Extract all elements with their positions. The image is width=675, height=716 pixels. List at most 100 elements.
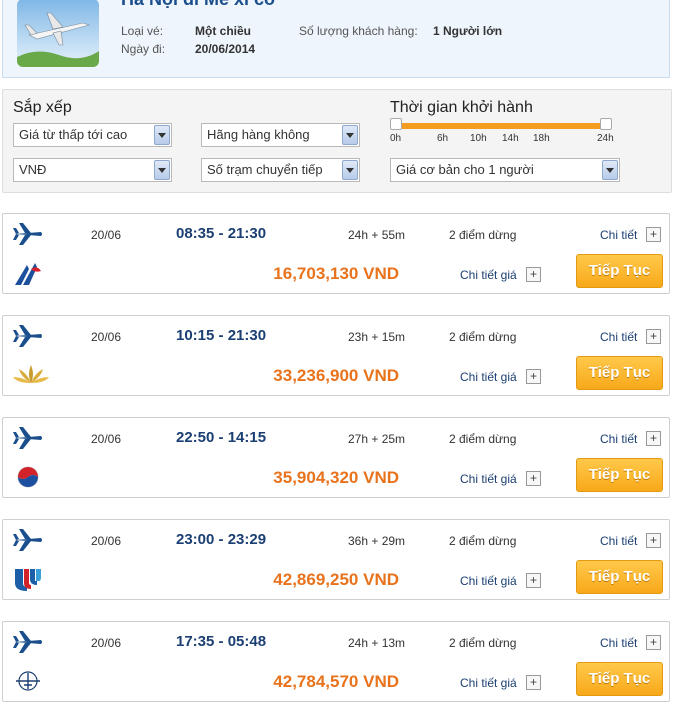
price-detail-link[interactable]: Chi tiết giá [460, 370, 517, 384]
flight-detail-link[interactable]: Chi tiết [600, 534, 637, 548]
expand-detail-icon[interactable]: + [646, 227, 661, 242]
flight-time: 08:35 - 21:30 [176, 225, 267, 242]
expand-price-icon[interactable]: + [526, 369, 541, 384]
departure-time-slider[interactable] [396, 123, 608, 129]
flight-stops: 2 điểm dừng [449, 228, 517, 242]
stops-select-value: Số trạm chuyển tiếp [207, 162, 323, 177]
currency-select[interactable]: VNĐ [13, 158, 172, 182]
airplane-icon [13, 324, 43, 348]
expand-price-icon[interactable]: + [526, 267, 541, 282]
tick-label: 10h [470, 133, 487, 144]
flight-detail-link[interactable]: Chi tiết [600, 228, 637, 242]
flight-detail-link[interactable]: Chi tiết [600, 432, 637, 446]
flight-duration: 27h + 25m [348, 432, 406, 446]
expand-price-icon[interactable]: + [526, 471, 541, 486]
china-southern-logo-icon [13, 259, 43, 287]
airplane-icon [13, 630, 43, 654]
sort-select[interactable]: Giá từ thấp tới cao [13, 123, 172, 147]
flight-price: 42,784,570 VND [273, 672, 399, 691]
chevron-down-icon [154, 160, 170, 180]
flight-time: 22:50 - 14:15 [176, 429, 267, 446]
slider-handle-end[interactable] [600, 118, 612, 130]
date-value: 20/06/2014 [195, 42, 256, 56]
tick-label: 14h [502, 133, 519, 144]
tick-label: 0h [390, 133, 402, 144]
airplane-icon [13, 426, 43, 450]
flight-duration: 23h + 15m [348, 330, 406, 344]
airline-select-value: Hãng hàng không [207, 127, 310, 142]
flight-card: 20/06 22:50 - 14:15 27h + 25m 2 điểm dừn… [2, 417, 670, 498]
flight-date: 20/06 [91, 228, 122, 242]
expand-price-icon[interactable]: + [526, 675, 541, 690]
airplane-icon [13, 528, 43, 552]
flight-detail-link[interactable]: Chi tiết [600, 636, 637, 650]
flight-duration: 24h + 13m [348, 636, 406, 650]
expand-detail-icon[interactable]: + [646, 533, 661, 548]
flight-stops: 2 điểm dừng [449, 636, 517, 650]
flight-time: 23:00 - 23:29 [176, 531, 267, 548]
flight-price: 16,703,130 VND [273, 264, 399, 283]
price-basis-select-value: Giá cơ bản cho 1 người [396, 162, 534, 177]
airplane-photo-icon [17, 0, 99, 67]
flight-duration: 24h + 55m [348, 228, 406, 242]
price-detail-link[interactable]: Chi tiết giá [460, 268, 517, 282]
flight-stops: 2 điểm dừng [449, 534, 517, 548]
trip-summary-header: Hà Nội đi Mê xi cô Loại vé: Một chiều Số… [2, 0, 670, 78]
passengers-value: 1 Người lớn [433, 24, 503, 38]
flight-date: 20/06 [91, 330, 122, 344]
flight-card: 20/06 23:00 - 23:29 36h + 29m 2 điểm dừn… [2, 519, 670, 600]
expand-price-icon[interactable]: + [526, 573, 541, 588]
date-label: Ngày đi: [121, 42, 166, 56]
stops-select[interactable]: Số trạm chuyển tiếp [201, 158, 360, 182]
continue-button[interactable]: Tiếp Tục [576, 458, 663, 492]
route-title: Hà Nội đi Mê xi cô [121, 0, 275, 10]
flight-detail-link[interactable]: Chi tiết [600, 330, 637, 344]
expand-detail-icon[interactable]: + [646, 329, 661, 344]
flight-time: 17:35 - 05:48 [176, 633, 267, 650]
vietnam-airlines-lotus-icon [13, 361, 49, 389]
tick-label: 24h [597, 133, 614, 144]
continue-button[interactable]: Tiếp Tục [576, 356, 663, 390]
price-detail-link[interactable]: Chi tiết giá [460, 676, 517, 690]
slider-handle-start[interactable] [390, 118, 402, 130]
chevron-down-icon [342, 125, 358, 145]
continue-button[interactable]: Tiếp Tục [576, 254, 663, 288]
continue-button[interactable]: Tiếp Tục [576, 560, 663, 594]
flight-price: 35,904,320 VND [273, 468, 399, 487]
price-detail-link[interactable]: Chi tiết giá [460, 472, 517, 486]
flight-stops: 2 điểm dừng [449, 432, 517, 446]
flight-card: 20/06 08:35 - 21:30 24h + 55m 2 điểm dừn… [2, 213, 670, 294]
tick-label: 6h [437, 133, 449, 144]
flight-date: 20/06 [91, 432, 122, 446]
price-detail-link[interactable]: Chi tiết giá [460, 574, 517, 588]
departure-time-title: Thời gian khởi hành [390, 99, 533, 116]
passengers-label: Số lượng khách hàng: [299, 24, 418, 38]
currency-select-value: VNĐ [19, 162, 47, 177]
air-france-logo-icon [13, 667, 43, 695]
flight-date: 20/06 [91, 636, 122, 650]
airline-select[interactable]: Hãng hàng không [201, 123, 360, 147]
sort-title: Sắp xếp [13, 99, 72, 116]
flight-time: 10:15 - 21:30 [176, 327, 267, 344]
price-basis-select[interactable]: Giá cơ bản cho 1 người [390, 158, 620, 182]
united-airlines-logo-icon [13, 565, 43, 593]
tick-label: 18h [533, 133, 550, 144]
expand-detail-icon[interactable]: + [646, 635, 661, 650]
chevron-down-icon [602, 160, 618, 180]
airplane-icon [13, 222, 43, 246]
sort-select-value: Giá từ thấp tới cao [19, 127, 128, 142]
korean-air-logo-icon [13, 463, 43, 491]
flight-price: 42,869,250 VND [273, 570, 399, 589]
flight-price: 33,236,900 VND [273, 366, 399, 385]
chevron-down-icon [342, 160, 358, 180]
flight-date: 20/06 [91, 534, 122, 548]
chevron-down-icon [154, 125, 170, 145]
flight-card: 20/06 10:15 - 21:30 23h + 15m 2 điểm dừn… [2, 315, 670, 396]
ticket-type-label: Loại vé: [121, 24, 164, 38]
flight-duration: 36h + 29m [348, 534, 406, 548]
expand-detail-icon[interactable]: + [646, 431, 661, 446]
ticket-type-value: Một chiều [195, 24, 251, 38]
flight-card: 20/06 17:35 - 05:48 24h + 13m 2 điểm dừn… [2, 621, 670, 702]
continue-button[interactable]: Tiếp Tục [576, 662, 663, 696]
flight-stops: 2 điểm dừng [449, 330, 517, 344]
